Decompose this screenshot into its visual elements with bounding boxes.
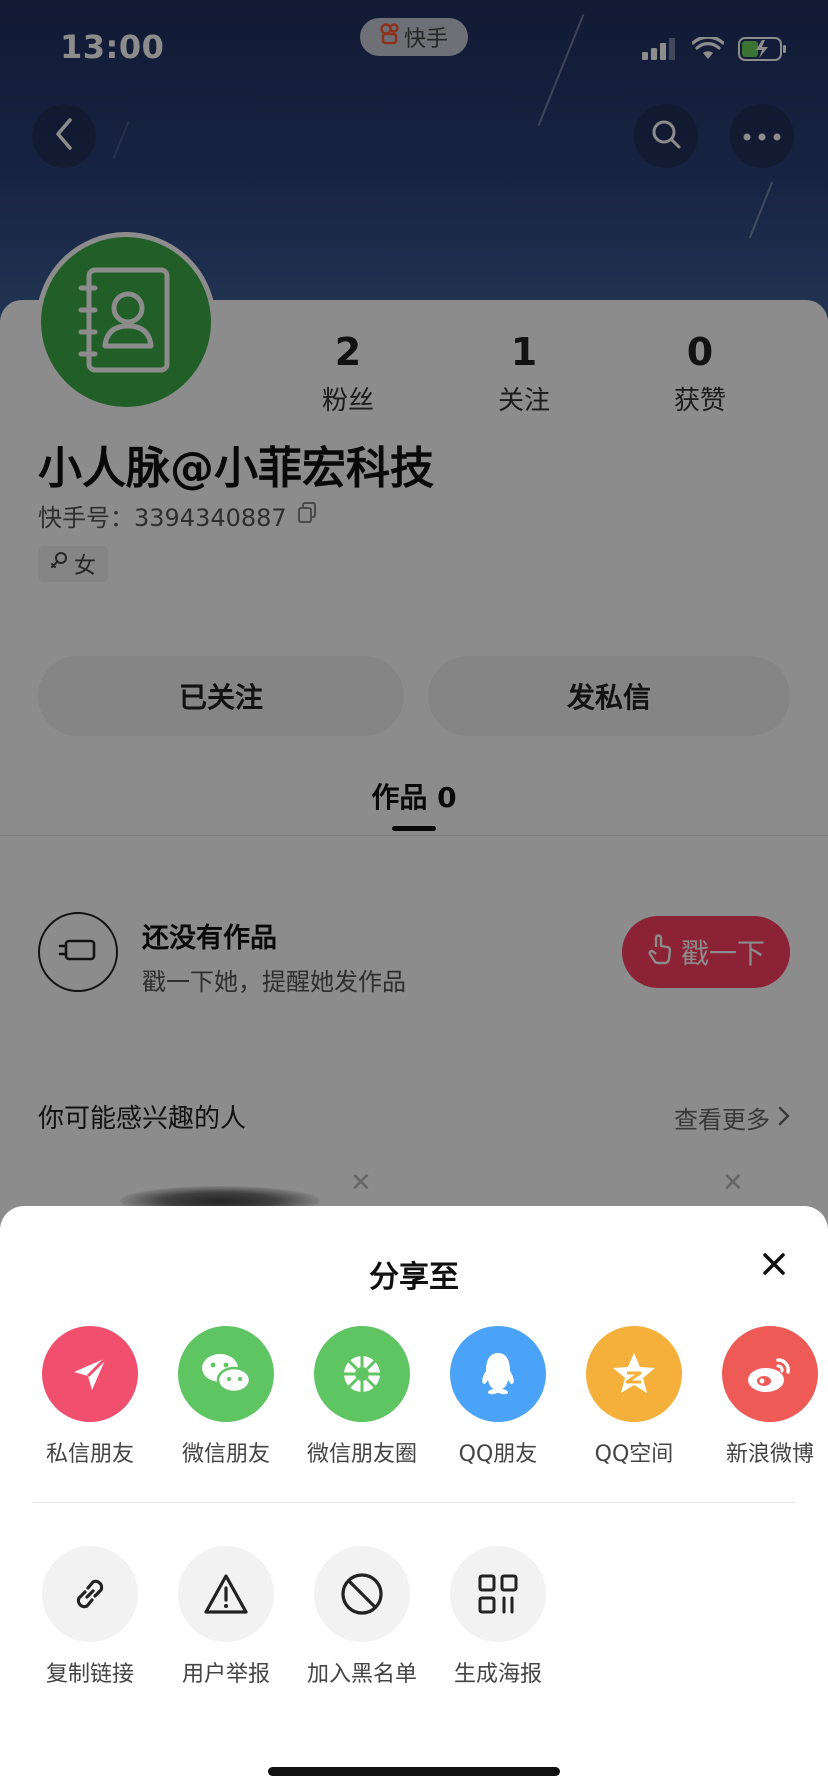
share-private-message[interactable]: 私信朋友	[22, 1326, 158, 1468]
action-label: 加入黑名单	[306, 1662, 417, 1687]
share-label: 私信朋友	[45, 1442, 134, 1467]
qq-icon	[450, 1326, 546, 1422]
action-label: 用户举报	[181, 1662, 270, 1687]
moments-icon	[314, 1326, 410, 1422]
close-icon	[762, 1252, 786, 1280]
paper-plane-icon	[42, 1326, 138, 1422]
share-sheet-title: 分享至	[369, 1260, 459, 1295]
weibo-icon	[722, 1326, 818, 1422]
action-label: 复制链接	[45, 1662, 134, 1687]
close-button[interactable]	[754, 1246, 794, 1286]
copy-link-button[interactable]: 复制链接	[22, 1546, 158, 1688]
link-icon	[42, 1546, 138, 1642]
share-label: 微信朋友圈	[306, 1442, 417, 1467]
share-label: QQ空间	[594, 1442, 674, 1467]
share-wechat-friend[interactable]: 微信朋友	[158, 1326, 294, 1468]
poster-grid-icon	[450, 1546, 546, 1642]
qzone-icon	[586, 1326, 682, 1422]
share-wechat-moments[interactable]: 微信朋友圈	[294, 1326, 430, 1468]
share-label: 微信朋友	[181, 1442, 270, 1467]
generate-poster-button[interactable]: 生成海报	[430, 1546, 566, 1688]
share-label: QQ朋友	[458, 1442, 538, 1467]
block-icon	[314, 1546, 410, 1642]
wechat-icon	[178, 1326, 274, 1422]
home-indicator	[268, 1767, 560, 1776]
share-qzone[interactable]: QQ空间	[566, 1326, 702, 1468]
action-label: 生成海报	[453, 1662, 542, 1687]
share-qq-friend[interactable]: QQ朋友	[430, 1326, 566, 1468]
warning-icon	[178, 1546, 274, 1642]
share-label: 新浪微博	[725, 1442, 814, 1467]
share-weibo[interactable]: 新浪微博	[702, 1326, 828, 1468]
report-user-button[interactable]: 用户举报	[158, 1546, 294, 1688]
share-sheet: 分享至 私信朋友 微信朋友 微信朋友圈 QQ朋友 QQ空间 新浪微博 复制链接 …	[0, 1206, 828, 1792]
share-divider	[32, 1502, 796, 1503]
blacklist-button[interactable]: 加入黑名单	[294, 1546, 430, 1688]
